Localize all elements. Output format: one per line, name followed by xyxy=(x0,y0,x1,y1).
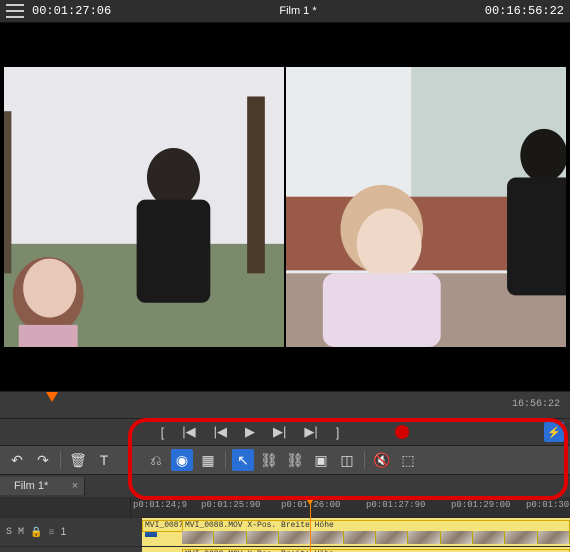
in-point-button[interactable]: [ xyxy=(161,425,165,440)
clip-thumbnails xyxy=(182,531,570,544)
track-2: S M 🔒 ≡ 2 MVI_0089.MOV X-Pos. Breite Höh… xyxy=(0,546,570,552)
playhead-marker-icon[interactable] xyxy=(46,392,58,402)
pointer-button[interactable]: ↖ xyxy=(232,449,254,471)
current-timecode: 00:01:27:06 xyxy=(32,4,111,18)
goto-end-button[interactable]: ▶| xyxy=(304,424,317,440)
tab-film1[interactable]: Film 1* × xyxy=(0,477,85,495)
track-1-body[interactable]: MVI_0087.MO MVI_0088.MOV X-Pos. Breite H… xyxy=(142,518,570,546)
link-button[interactable]: ⛓ xyxy=(258,449,280,471)
preview-ruler[interactable]: 16:56:22 xyxy=(0,391,570,418)
title-bar: 00:01:27:06 Film 1 * 00:16:56:22 xyxy=(0,0,570,23)
preview-monitor xyxy=(0,23,570,391)
flash-button[interactable]: ⚡ xyxy=(544,422,564,442)
total-timecode: 00:16:56:22 xyxy=(485,4,564,18)
ungroup-button[interactable]: ⛓ xyxy=(284,449,306,471)
tab-label: Film 1* xyxy=(14,480,48,492)
toolbar: ↶ ↷ 🗑 T I ⎌ ◉ ▦ ↖ ⛓ ⛓ ▣ ◫ 🔇 ⬚ xyxy=(0,445,570,474)
track-2-body[interactable]: MVI_0089.MOV X-Pos. Breite Höhe xyxy=(142,547,570,552)
step-back-button[interactable]: |◀ xyxy=(214,424,227,440)
preview-left xyxy=(4,67,284,347)
preview-right xyxy=(286,67,566,347)
out-point-button[interactable]: ] xyxy=(336,425,340,440)
clip-mvi-0087[interactable]: MVI_0087.MO xyxy=(142,520,184,532)
separator xyxy=(60,451,61,469)
title-button[interactable]: I xyxy=(119,449,141,471)
playhead[interactable] xyxy=(310,497,311,552)
timeline: p0:01:24;9 p0:01:25:90 p0:01:26:00 p0:01… xyxy=(0,497,570,552)
menu-icon[interactable] xyxy=(6,4,24,18)
track-2-header[interactable]: S M 🔒 ≡ 2 xyxy=(0,547,142,552)
expand-icon[interactable]: ≡ xyxy=(48,527,54,538)
record-button[interactable] xyxy=(395,425,409,439)
step-fwd-button[interactable]: ▶| xyxy=(273,424,286,440)
goto-start-button[interactable]: |◀ xyxy=(182,424,195,440)
timeline-ruler[interactable]: p0:01:24;9 p0:01:25:90 p0:01:26:00 p0:01… xyxy=(0,497,570,517)
redo-button[interactable]: ↷ xyxy=(32,449,54,471)
color-button[interactable]: ▣ xyxy=(310,449,332,471)
mute-button[interactable]: 🔇 xyxy=(371,449,393,471)
fit-button[interactable]: ⬚ xyxy=(397,449,419,471)
separator xyxy=(225,451,226,469)
delete-button[interactable]: 🗑 xyxy=(67,449,89,471)
project-title: Film 1 * xyxy=(119,5,477,17)
group-button[interactable]: ◫ xyxy=(336,449,358,471)
grid-button[interactable]: ▦ xyxy=(197,449,219,471)
play-button[interactable]: ▶ xyxy=(245,424,255,440)
split-button[interactable]: ⎌ xyxy=(145,449,167,471)
track-1: S M 🔒 ≡ 1 MVI_0087.MO MVI_0088.MOV X-Pos… xyxy=(0,517,570,546)
ruler-time: 16:56:22 xyxy=(512,399,560,410)
track-1-header[interactable]: S M 🔒 ≡ 1 xyxy=(0,518,142,546)
separator xyxy=(364,451,365,469)
timeline-tabs: Film 1* × xyxy=(0,474,570,497)
text-button[interactable]: T xyxy=(93,449,115,471)
close-icon[interactable]: × xyxy=(72,480,78,492)
lock-icon[interactable]: 🔒 xyxy=(30,527,42,538)
transport-bar: [ |◀ |◀ ▶ ▶| ▶| ] ⚡ xyxy=(0,418,570,445)
magnet-button[interactable]: ◉ xyxy=(171,449,193,471)
undo-button[interactable]: ↶ xyxy=(6,449,28,471)
